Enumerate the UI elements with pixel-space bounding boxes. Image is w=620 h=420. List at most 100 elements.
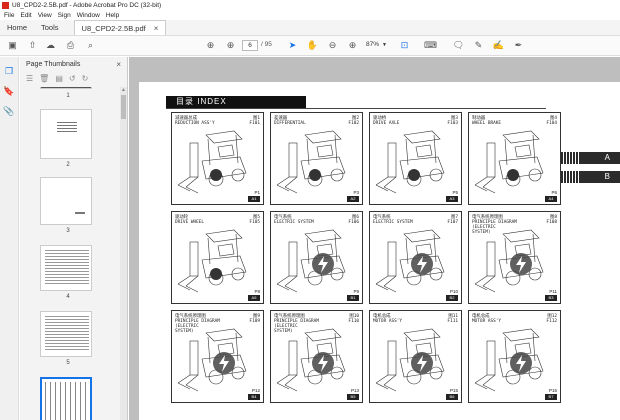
- thumbnail-page-6[interactable]: [40, 377, 92, 420]
- index-cell: 驱动轮 DRIVE WHEEL 图5 F105 P8 A5: [171, 211, 264, 304]
- forklift-drawing: [375, 130, 445, 194]
- forklift-drawing: [276, 130, 346, 194]
- thumbnail-label-5: 5: [66, 360, 70, 366]
- tab-tools[interactable]: Tools: [34, 19, 66, 35]
- cell-page-ref: P12: [251, 388, 260, 393]
- index-cell: 差速器 DIFFERENTIAL 图2 F102 P3 A2: [270, 112, 363, 205]
- title-bar: U8_CPD2-2.5B.pdf - Adobe Acrobat Pro DC …: [0, 0, 620, 10]
- thumbnail-page-5[interactable]: [40, 311, 92, 357]
- page-number-input[interactable]: 6: [242, 40, 258, 51]
- rotate-right-icon[interactable]: ↻: [82, 74, 89, 83]
- cell-page-ref: P5: [452, 190, 458, 195]
- fit-page-icon[interactable]: ⊡: [398, 39, 411, 52]
- forklift-drawing: [375, 229, 445, 293]
- cell-section-tag: A3: [446, 196, 458, 202]
- menu-bar: File Edit View Sign Window Help: [0, 10, 620, 20]
- panel-title: Page Thumbnails: [26, 60, 81, 68]
- panel-header: Page Thumbnails ×: [20, 57, 127, 71]
- save-icon[interactable]: ▣: [6, 39, 19, 52]
- scroll-up-icon[interactable]: ▲: [121, 87, 126, 93]
- tab-document-label: U8_CPD2-2.5B.pdf: [81, 23, 146, 33]
- cell-section-tag: A5: [248, 295, 260, 301]
- document-viewer[interactable]: 目录 INDEX A B 减速器总成 REDUCTION ASS'Y 图1 F1…: [129, 57, 620, 420]
- main-toolbar: ▣ ⇧ ☁ ⎙ ⌕ ⊕ ⊕ 6 / 95 ➤ ✋ ⊖ ⊕ 87% ▼ ⊡ ⌨ 🗨 …: [0, 36, 620, 56]
- search-icon[interactable]: ⌕: [84, 39, 97, 52]
- forklift-drawing: [474, 130, 544, 194]
- thumbnails-panel: Page Thumbnails × ☰ 🗑 ▤ ↺ ↻ 1 2 3 4 5 ▲: [20, 57, 128, 420]
- header-rule: [166, 108, 546, 109]
- close-tab-icon[interactable]: ×: [154, 24, 159, 33]
- bookmark-icon[interactable]: 🔖: [3, 85, 15, 97]
- index-cell: 电气系统 ELECTRIC SYSTEM 图6 F106 P9 B1: [270, 211, 363, 304]
- forklift-drawing: [177, 130, 247, 194]
- zoom-out-icon[interactable]: ⊖: [326, 39, 339, 52]
- cell-page-ref: P16: [548, 388, 557, 393]
- close-panel-icon[interactable]: ×: [116, 60, 121, 69]
- comment-icon[interactable]: 🗨: [452, 39, 465, 52]
- zoom-select[interactable]: 87% ▼: [366, 41, 387, 48]
- thumbnail-label-2: 2: [66, 162, 70, 168]
- chevron-down-icon: ▼: [382, 42, 387, 48]
- thumbnail-page-3[interactable]: [40, 177, 92, 225]
- tab-document[interactable]: U8_CPD2-2.5B.pdf ×: [73, 20, 167, 35]
- rotate-left-icon[interactable]: ↺: [69, 74, 76, 83]
- keyboard-icon[interactable]: ⌨: [424, 39, 437, 52]
- cell-page-ref: P8: [254, 289, 260, 294]
- highlight-icon[interactable]: ✍: [492, 39, 505, 52]
- cell-page-ref: P1: [254, 190, 260, 195]
- cell-page-ref: P11: [549, 289, 557, 294]
- page-total: / 95: [261, 41, 272, 48]
- acrobat-icon: [2, 1, 9, 9]
- zoom-in-icon[interactable]: ⊕: [346, 39, 359, 52]
- forklift-drawing: [177, 328, 247, 392]
- print-icon[interactable]: ⎙: [64, 39, 77, 52]
- cell-page-ref: P10: [449, 289, 458, 294]
- cell-section-tag: B1: [347, 295, 359, 301]
- menu-help[interactable]: Help: [106, 12, 119, 19]
- pdf-page: 目录 INDEX A B 减速器总成 REDUCTION ASS'Y 图1 F1…: [139, 82, 620, 420]
- index-cell: 电机总成 MOTOR ASS'Y 图11 F111 P15 B6: [369, 310, 462, 403]
- menu-edit[interactable]: Edit: [20, 12, 31, 19]
- tab-home[interactable]: Home: [0, 19, 34, 35]
- delete-icon[interactable]: 🗑: [39, 74, 49, 83]
- options-icon[interactable]: ☰: [26, 74, 33, 83]
- forklift-drawing: [474, 328, 544, 392]
- cell-page-ref: P3: [353, 190, 359, 195]
- cell-section-tag: A2: [347, 196, 359, 202]
- hand-tool-icon[interactable]: ✋: [306, 39, 319, 52]
- page-up-icon[interactable]: ⊕: [204, 39, 217, 52]
- thumbnails-icon[interactable]: ❐: [3, 65, 15, 77]
- cell-section-tag: B2: [446, 295, 458, 301]
- panel-scrollbar[interactable]: ▲: [120, 87, 127, 420]
- thumbnail-page-2[interactable]: [40, 109, 92, 159]
- attachment-icon[interactable]: 📎: [3, 105, 15, 117]
- menu-window[interactable]: Window: [77, 12, 100, 19]
- cell-section-tag: B5: [347, 394, 359, 400]
- index-cell: 电气系统原理图 PRINCIPLE DIAGRAM (ELECTRIC SYST…: [171, 310, 264, 403]
- cell-page-ref: P15: [449, 388, 458, 393]
- zoom-value: 87%: [366, 41, 380, 48]
- upload-icon[interactable]: ⇧: [26, 39, 39, 52]
- pen-icon[interactable]: ✎: [472, 39, 485, 52]
- forklift-drawing: [474, 229, 544, 293]
- cloud-icon[interactable]: ☁: [44, 39, 57, 52]
- thumbnail-page-1[interactable]: [40, 87, 92, 89]
- fill-sign-icon[interactable]: ✒: [512, 39, 525, 52]
- select-cursor-icon[interactable]: ➤: [286, 39, 299, 52]
- section-tab-a: A: [561, 152, 620, 164]
- page-title: 目录 INDEX: [166, 96, 306, 108]
- menu-file[interactable]: File: [4, 12, 14, 19]
- section-tab-b: B: [561, 171, 620, 183]
- forklift-drawing: [276, 328, 346, 392]
- scroll-thumb[interactable]: [121, 95, 126, 119]
- insert-page-icon[interactable]: ▤: [55, 74, 63, 83]
- menu-sign[interactable]: Sign: [58, 12, 71, 19]
- cell-section-tag: A1: [248, 196, 260, 202]
- page-down-icon[interactable]: ⊕: [224, 39, 237, 52]
- menu-view[interactable]: View: [38, 12, 52, 19]
- cell-section-tag: A4: [545, 196, 557, 202]
- thumbnail-page-4[interactable]: [40, 245, 92, 291]
- cell-page-ref: P13: [350, 388, 359, 393]
- thumbnail-list: 1 2 3 4 5: [20, 87, 120, 420]
- panel-toolbar: ☰ 🗑 ▤ ↺ ↻: [20, 71, 127, 85]
